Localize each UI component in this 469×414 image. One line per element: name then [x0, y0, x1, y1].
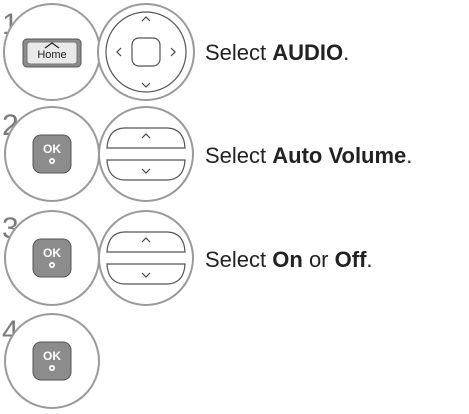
step-3: 3 OK Select On or Off. [0, 208, 469, 311]
ok-button[interactable]: OK [32, 134, 72, 174]
ok-button-label: OK [43, 349, 61, 363]
down-button [106, 263, 186, 285]
step-1-graphics: Home [3, 3, 195, 101]
dpad[interactable] [105, 11, 187, 93]
step-2-graphics: OK [4, 106, 194, 202]
step-3-graphics: OK [4, 210, 194, 306]
up-button [106, 127, 186, 149]
ok-button-label: OK [43, 246, 61, 260]
ok-button[interactable]: OK [32, 341, 72, 381]
step-4: 4 OK [0, 311, 469, 414]
home-button-label: Home [37, 49, 66, 61]
ok-button-label: OK [43, 142, 61, 156]
up-button [106, 231, 186, 253]
step-1-instruction: Select AUDIO. [205, 40, 350, 65]
home-button[interactable]: Home [22, 38, 82, 68]
step-3-instruction: Select On or Off. [205, 247, 373, 272]
step-1: 1 Home Select AUDIO. [0, 0, 469, 105]
step-2: 2 OK Select Auto Volume. [0, 105, 469, 208]
step-2-instruction: Select Auto Volume. [205, 143, 413, 168]
step-4-graphics: OK [4, 313, 100, 409]
down-button [106, 159, 186, 181]
ok-button[interactable]: OK [32, 238, 72, 278]
